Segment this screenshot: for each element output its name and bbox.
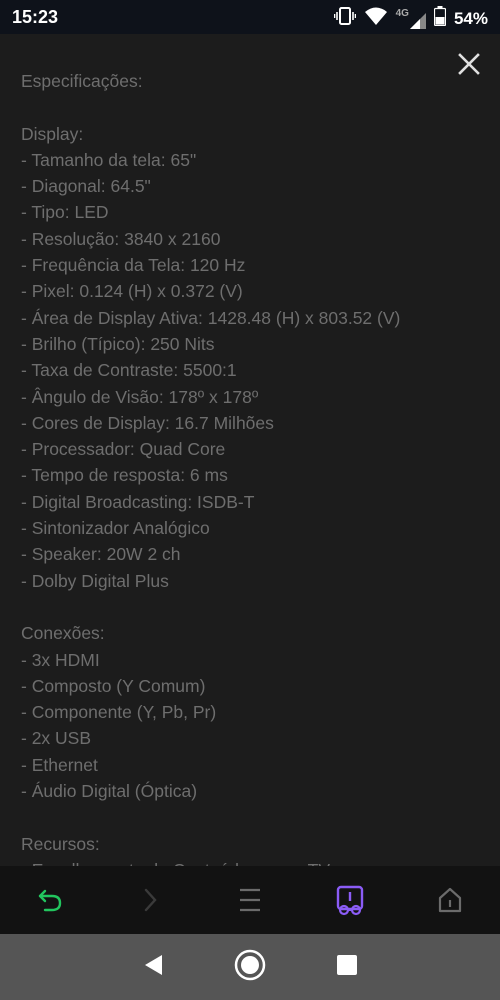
spec-line: - Área de Display Ativa: 1428.48 (H) x 8… xyxy=(21,307,401,328)
square-recents-icon xyxy=(337,954,357,975)
spec-line: - 2x USB xyxy=(21,728,92,749)
chevron-right-icon xyxy=(144,888,157,912)
wifi-icon xyxy=(364,6,388,31)
undo-arrow-icon xyxy=(38,889,62,912)
triangle-back-icon xyxy=(145,954,162,975)
browser-toolbar xyxy=(0,866,500,934)
spec-line: - Dolby Digital Plus xyxy=(21,570,169,591)
reader-mode-button[interactable] xyxy=(330,880,370,920)
spec-line: - Tempo de resposta: 6 ms xyxy=(21,465,228,486)
spec-text: Especificações: Display: - Tamanho da te… xyxy=(21,68,400,866)
system-recents-button[interactable] xyxy=(336,954,358,981)
network-type: 4G xyxy=(395,8,409,19)
spec-line: - Resolução: 3840 x 2160 xyxy=(21,228,221,249)
spec-line: - Cores de Display: 16.7 Milhões xyxy=(21,412,274,433)
spec-line: - Taxa de Contraste: 5500:1 xyxy=(21,360,237,381)
spec-line: Especificações: xyxy=(21,71,143,91)
spec-line: - Digital Broadcasting: ISDB-T xyxy=(21,491,255,512)
cellular-icon: 4G xyxy=(396,8,426,29)
spec-line: - 3x HDMI xyxy=(21,649,100,670)
close-icon[interactable] xyxy=(456,52,482,78)
status-icons: 4G 54% xyxy=(333,6,488,31)
spec-line: - Sintonizador Analógico xyxy=(21,518,210,539)
spec-line: Display: xyxy=(21,123,84,144)
spec-line: - Tipo: LED xyxy=(21,202,109,223)
spec-line: Recursos: xyxy=(21,833,100,854)
forward-button[interactable] xyxy=(130,880,170,920)
circle-home-icon xyxy=(234,949,266,980)
menu-icon xyxy=(240,888,260,912)
battery-icon xyxy=(433,6,447,31)
home-icon xyxy=(438,887,462,913)
battery-percentage: 54% xyxy=(453,8,488,28)
spec-line: Conexões: xyxy=(21,623,105,644)
back-button[interactable] xyxy=(30,880,70,920)
spec-line: - Tamanho da tela: 65" xyxy=(21,149,197,170)
spec-line: - Diagonal: 64.5" xyxy=(21,176,151,197)
system-navigation-bar xyxy=(0,934,500,1000)
spec-line: - Áudio Digital (Óptica) xyxy=(21,781,198,802)
vibrate-icon xyxy=(333,6,356,31)
spec-line: - Speaker: 20W 2 ch xyxy=(21,544,181,565)
system-home-button[interactable] xyxy=(234,949,266,986)
system-back-button[interactable] xyxy=(142,953,164,982)
status-time: 15:23 xyxy=(12,7,59,27)
spec-line: - Frequência da Tela: 120 Hz xyxy=(21,255,246,276)
spec-line: - Pixel: 0.124 (H) x 0.372 (V) xyxy=(21,281,243,302)
menu-button[interactable] xyxy=(230,880,270,920)
spec-line: - Brilho (Típico): 250 Nits xyxy=(21,333,215,354)
spec-panel[interactable]: Especificações: Display: - Tamanho da te… xyxy=(0,34,500,866)
status-bar: 15:23 4G 54% xyxy=(0,0,500,34)
spec-line: - Composto (Y Comum) xyxy=(21,675,206,696)
home-button[interactable] xyxy=(430,880,470,920)
spec-line: - Processador: Quad Core xyxy=(21,439,226,460)
spec-line: - Ethernet xyxy=(21,754,98,775)
spec-line: - Componente (Y, Pb, Pr) xyxy=(21,702,217,723)
reader-mode-icon xyxy=(336,885,364,916)
spec-line: - Ângulo de Visão: 178º x 178º xyxy=(21,386,259,407)
